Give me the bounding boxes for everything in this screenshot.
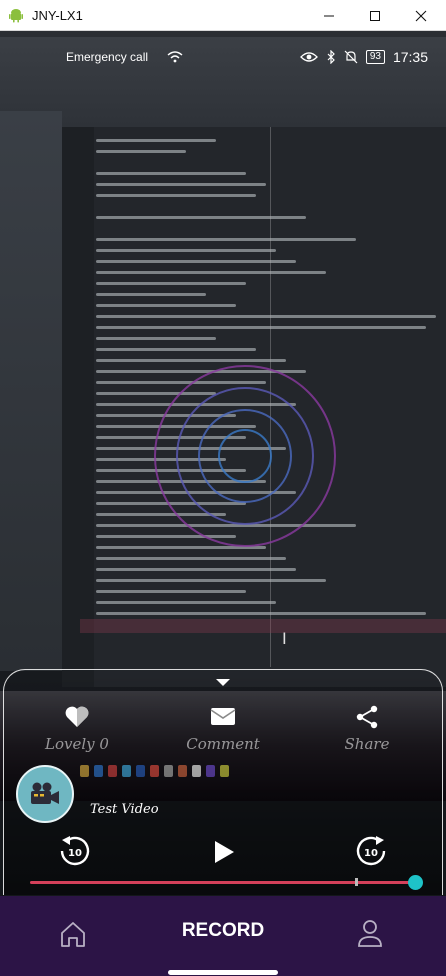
status-bar: Emergency call 93 17:35 [0,44,446,70]
recording-rings [154,365,336,547]
code-line [96,568,296,571]
code-line [96,282,246,285]
forward-seconds: 10 [364,848,378,859]
video-title: Test Video [90,802,159,817]
progress-marker [355,878,358,886]
camcorder-icon [31,782,59,804]
comment-button[interactable]: Comment [168,705,278,753]
share-button[interactable]: Share [312,705,422,753]
play-button[interactable] [212,839,236,869]
maximize-button[interactable] [352,0,398,31]
minimize-icon [324,15,334,16]
home-indicator [168,970,278,975]
ide-project-panel-photo [0,111,62,671]
code-line [96,139,216,142]
mail-icon [210,708,236,725]
progress-knob[interactable] [408,875,423,890]
android-icon [9,9,23,23]
code-line [96,326,426,329]
code-line [96,271,326,274]
progress-bar[interactable] [30,881,416,884]
maximize-icon [370,10,380,21]
share-icon [356,705,378,729]
status-time: 17:35 [392,49,428,65]
code-line [96,194,256,197]
record-button[interactable]: RECORD [150,920,296,942]
close-icon [415,10,427,21]
close-button[interactable] [398,0,444,31]
collapse-chevron[interactable] [216,679,230,686]
status-icons: 93 17:35 [299,49,428,65]
heart-icon [65,706,89,727]
window-titlebar: JNY-LX1 [0,0,446,31]
play-icon [215,841,234,863]
nav-home-button[interactable] [58,919,88,953]
forward-10-icon: 10 [356,836,386,866]
eye-icon [299,52,318,62]
code-line [96,183,266,186]
ide-gutter-photo [62,127,94,687]
highlighted-line [80,619,446,633]
minimize-button[interactable] [306,0,352,31]
rewind-10-icon: 10 [60,836,90,866]
code-line [96,172,246,175]
phone-screen: I Emergency call 93 17:35 Lovely 0 Comme… [0,31,446,976]
mute-icon [344,50,358,64]
code-line [96,304,236,307]
code-line [96,579,326,582]
rewind-10-button[interactable]: 10 [58,834,92,872]
rewind-seconds: 10 [68,848,82,859]
profile-icon [358,920,382,947]
code-line [96,612,426,615]
lovely-button[interactable]: Lovely 0 [22,705,132,753]
window-title: JNY-LX1 [32,8,83,23]
forward-10-button[interactable]: 10 [354,834,388,872]
code-line [96,238,356,241]
comment-label: Comment [186,735,260,753]
share-label: Share [344,735,390,753]
emergency-call-text: Emergency call [66,50,149,64]
bluetooth-icon [327,50,335,64]
code-line [96,249,276,252]
code-line [96,557,286,560]
code-line [96,590,246,593]
code-line [96,601,276,604]
code-line [96,337,216,340]
wifi-icon [167,49,183,68]
code-line [96,293,206,296]
code-line [96,150,186,153]
text-cursor: I [282,629,287,648]
code-line [96,348,256,351]
code-line [96,315,436,318]
video-avatar[interactable] [16,765,74,823]
lovely-label: Lovely 0 [45,735,109,753]
home-icon [61,922,85,947]
nav-profile-button[interactable] [356,917,384,953]
code-line [96,216,306,219]
code-line [96,260,296,263]
battery-indicator: 93 [365,50,385,64]
